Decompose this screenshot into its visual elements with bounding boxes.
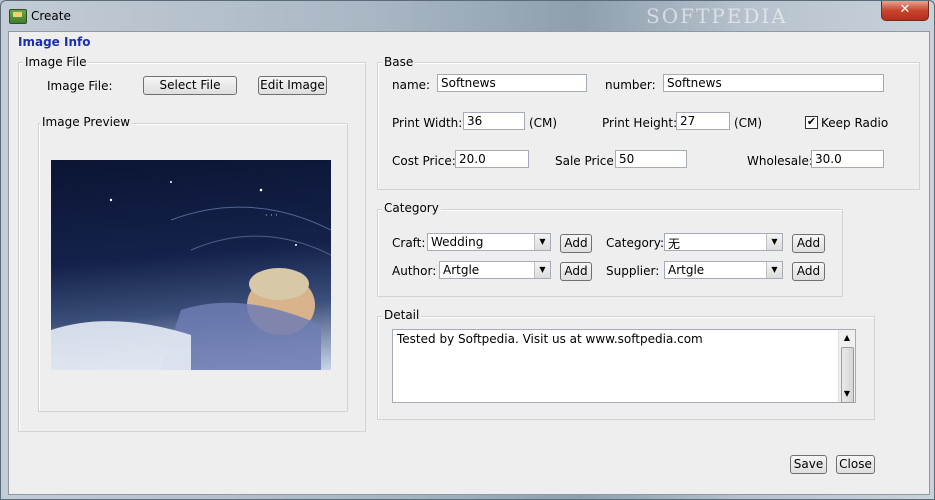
craft-label: Craft: — [392, 236, 426, 250]
detail-text: Tested by Softpedia. Visit us at www.sof… — [397, 332, 703, 346]
category-select[interactable]: 无 ▼ — [664, 233, 783, 251]
cost-price-label: Cost Price: — [392, 154, 456, 168]
create-window: Create SOFTPEDIA ✕ Image Info Image File… — [0, 0, 935, 500]
chevron-down-icon: ▼ — [766, 234, 782, 250]
edit-image-button[interactable]: Edit Image — [258, 76, 327, 95]
print-width-label: Print Width: — [392, 116, 463, 130]
add-craft-button[interactable]: Add — [560, 234, 592, 253]
print-width-field[interactable] — [463, 112, 525, 130]
keep-radio-checkbox[interactable]: ✔ — [805, 116, 818, 129]
wholesale-field[interactable] — [811, 150, 884, 168]
add-author-button[interactable]: Add — [560, 262, 592, 281]
craft-select-value: Wedding — [431, 235, 484, 249]
image-info-title: Image Info — [18, 35, 91, 49]
chevron-down-icon: ▼ — [534, 262, 550, 278]
craft-select[interactable]: Wedding ▼ — [427, 233, 551, 251]
save-button[interactable]: Save — [790, 455, 827, 474]
app-icon — [9, 9, 27, 24]
name-field[interactable] — [437, 74, 587, 92]
print-height-label: Print Height: — [602, 116, 678, 130]
category-group — [377, 209, 843, 297]
scroll-up-icon[interactable]: ▲ — [839, 330, 855, 346]
detail-scrollbar[interactable]: ▲ ▼ — [838, 330, 855, 403]
author-select-value: Artgle — [443, 263, 480, 277]
title-bar[interactable]: Create SOFTPEDIA ✕ — [1, 1, 934, 31]
wholesale-label: Wholesale: — [747, 154, 813, 168]
image-preview: · · · — [51, 160, 331, 370]
supplier-select[interactable]: Artgle ▼ — [664, 261, 783, 279]
supplier-select-value: Artgle — [668, 263, 705, 277]
number-label: number: — [605, 78, 656, 92]
close-button[interactable]: Close — [836, 455, 875, 474]
category-label: Category: — [606, 236, 664, 250]
image-preview-group-title: Image Preview — [40, 115, 133, 129]
add-category-button[interactable]: Add — [792, 234, 825, 253]
author-select[interactable]: Artgle ▼ — [439, 261, 551, 279]
preview-artwork: · · · — [51, 181, 331, 370]
add-supplier-button[interactable]: Add — [792, 262, 825, 281]
window-close-button[interactable]: ✕ — [881, 1, 929, 21]
image-file-label: Image File: — [47, 79, 113, 93]
print-height-field[interactable] — [676, 112, 730, 130]
base-group-title: Base — [382, 55, 416, 69]
window-title: Create — [31, 9, 71, 23]
dialog-body: Image Info Image File Image File: Select… — [8, 31, 930, 495]
number-field[interactable] — [663, 74, 884, 92]
name-label: name: — [392, 78, 431, 92]
sale-price-field[interactable] — [615, 150, 687, 168]
keep-radio-label: Keep Radio — [821, 116, 889, 130]
category-select-value: 无 — [668, 237, 681, 251]
detail-textarea[interactable]: Tested by Softpedia. Visit us at www.sof… — [392, 329, 856, 403]
svg-text:· · ·: · · · — [265, 211, 278, 220]
softpedia-watermark: SOFTPEDIA — [646, 4, 788, 28]
image-file-group-title: Image File — [23, 55, 89, 69]
author-label: Author: — [392, 264, 437, 278]
scroll-down-icon[interactable]: ▼ — [839, 386, 855, 402]
supplier-label: Supplier: — [606, 264, 660, 278]
chevron-down-icon: ▼ — [534, 234, 550, 250]
detail-group-title: Detail — [382, 308, 422, 322]
print-height-unit: (CM) — [734, 116, 763, 130]
sale-price-label: Sale Price: — [555, 154, 618, 168]
select-file-button[interactable]: Select File — [143, 76, 237, 95]
print-width-unit: (CM) — [529, 116, 558, 130]
chevron-down-icon: ▼ — [766, 262, 782, 278]
category-group-title: Category — [382, 201, 441, 215]
cost-price-field[interactable] — [455, 150, 529, 168]
